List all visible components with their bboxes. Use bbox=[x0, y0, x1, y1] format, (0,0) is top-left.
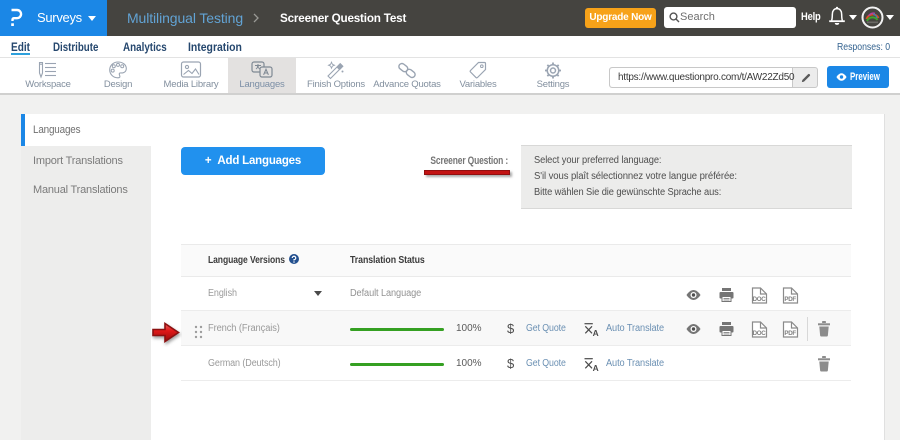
svg-text:PDF: PDF bbox=[784, 330, 796, 337]
svg-text:A: A bbox=[593, 328, 599, 336]
svg-text:DOC: DOC bbox=[753, 330, 767, 337]
svg-text:DOC: DOC bbox=[753, 296, 767, 303]
svg-text:PDF: PDF bbox=[784, 296, 796, 303]
svg-text:A: A bbox=[593, 363, 599, 371]
